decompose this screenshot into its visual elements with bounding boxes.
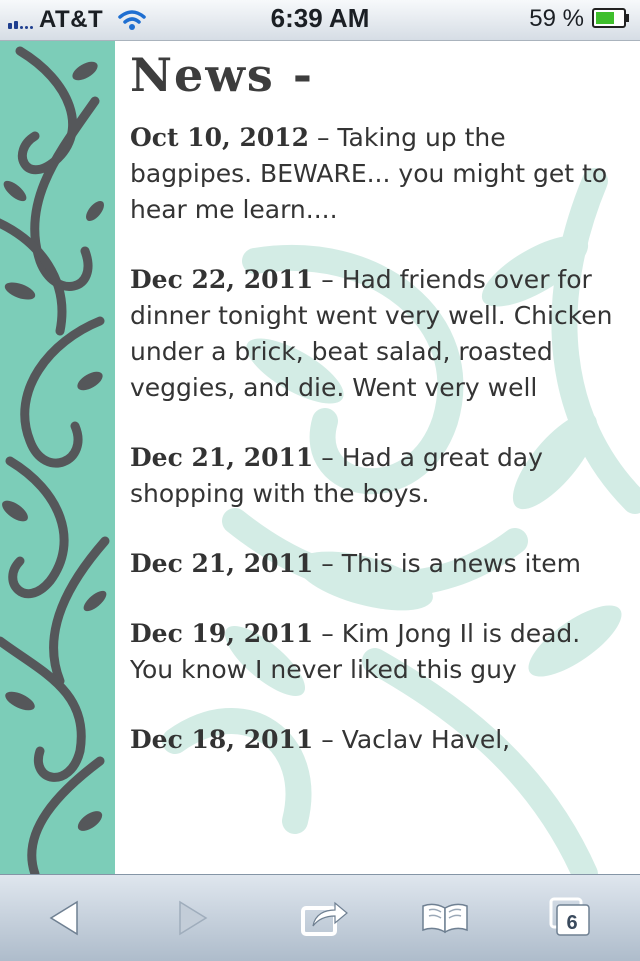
tabs-button[interactable]: 6 (532, 875, 612, 961)
news-item: Dec 21, 2011 – Had a great day shopping … (130, 440, 620, 512)
news-date: Dec 21, 2011 (130, 548, 314, 578)
news-date: Dec 21, 2011 (130, 442, 314, 472)
open-book-icon (422, 903, 468, 934)
forward-arrow-icon (179, 900, 208, 936)
news-date: Dec 18, 2011 (130, 724, 314, 754)
news-item: Dec 19, 2011 – Kim Jong Il is dead. You … (130, 616, 620, 688)
decorative-swirl-sidebar (0, 41, 115, 874)
battery-percent: 59 % (529, 5, 584, 32)
forward-button[interactable] (152, 875, 232, 961)
news-date: Oct 10, 2012 (130, 122, 310, 152)
share-icon (301, 901, 348, 936)
news-content: News - Oct 10, 2012 – Taking up the bagp… (130, 49, 620, 792)
swirl-ornament-icon (0, 46, 110, 874)
back-arrow-icon (49, 900, 78, 936)
news-text: – Vaclav Havel, (313, 724, 511, 754)
battery-icon (592, 8, 629, 28)
news-date: Dec 19, 2011 (130, 618, 314, 648)
bookmarks-button[interactable] (405, 875, 485, 961)
news-item: Dec 21, 2011 – This is a news item (130, 546, 620, 582)
news-date: Dec 22, 2011 (130, 264, 314, 294)
news-text: – This is a news item (313, 548, 582, 578)
share-button[interactable] (285, 875, 365, 961)
browser-toolbar: 6 (0, 874, 640, 961)
page-title: News - (130, 48, 314, 102)
news-item: Dec 18, 2011 – Vaclav Havel, (130, 722, 620, 758)
back-button[interactable] (25, 875, 105, 961)
tab-count-badge: 6 (566, 912, 578, 934)
news-item: Oct 10, 2012 – Taking up the bagpipes. B… (130, 120, 620, 228)
news-item: Dec 22, 2011 – Had friends over for dinn… (130, 262, 620, 406)
status-bar: AT&T 6:39 AM 59 % (0, 0, 640, 41)
web-page[interactable]: News - Oct 10, 2012 – Taking up the bagp… (0, 41, 640, 874)
